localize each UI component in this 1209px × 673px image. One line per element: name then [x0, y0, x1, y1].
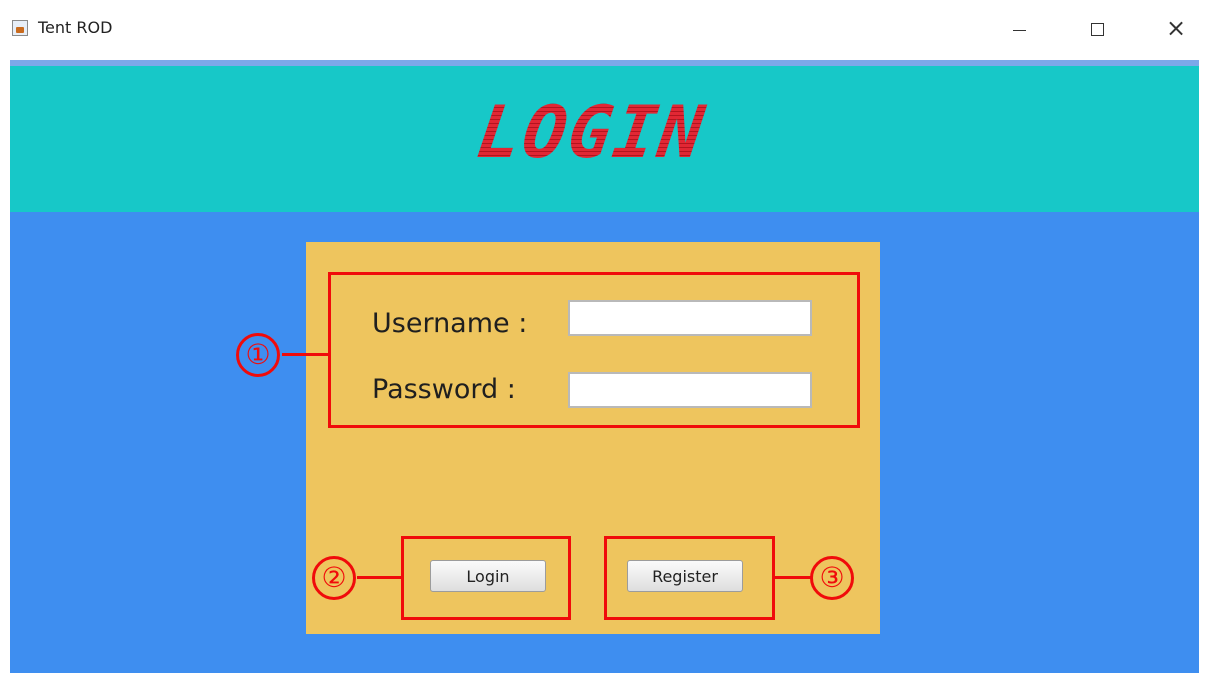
minimize-icon — [1013, 30, 1026, 31]
window-titlebar: Tent ROD × — [0, 0, 1209, 60]
annotation-number-2: ② — [312, 556, 356, 600]
annotation-connector-2 — [357, 576, 402, 579]
maximize-icon — [1091, 23, 1104, 36]
annotation-connector-3 — [774, 576, 812, 579]
annotation-box-register — [604, 536, 775, 620]
header-banner: LOGIN — [10, 66, 1199, 212]
annotation-box-credentials — [328, 272, 860, 428]
minimize-button[interactable] — [996, 12, 1042, 46]
annotation-connector-1 — [282, 353, 329, 356]
window-title: Tent ROD — [38, 18, 113, 37]
close-button[interactable]: × — [1152, 12, 1198, 46]
annotation-box-login — [401, 536, 571, 620]
page-title: LOGIN — [472, 90, 743, 174]
annotation-number-1: ① — [236, 333, 280, 377]
annotation-number-3: ③ — [810, 556, 854, 600]
close-icon: × — [1166, 14, 1187, 42]
maximize-button[interactable] — [1074, 12, 1120, 46]
java-app-icon — [12, 20, 28, 36]
